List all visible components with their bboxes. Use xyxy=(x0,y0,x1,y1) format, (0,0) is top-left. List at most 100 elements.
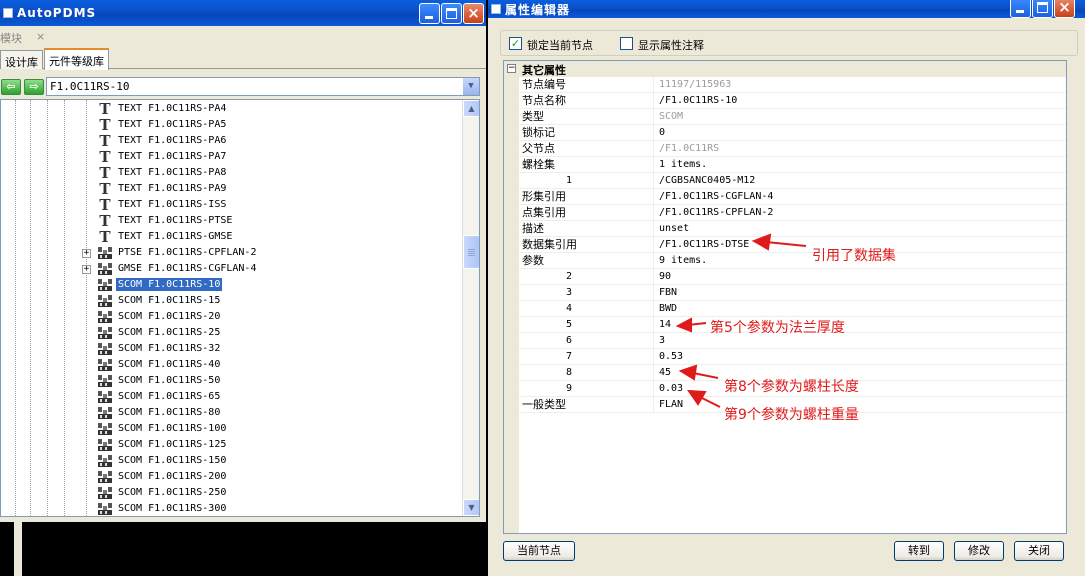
grip-line xyxy=(468,249,475,250)
tree-item[interactable]: T TEXT F1.0C11RS-PA9 xyxy=(1,181,461,197)
tree-item-label: SCOM F1.0C11RS-15 xyxy=(118,295,221,306)
tree-item[interactable]: + PTSE F1.0C11RS-CPFLAN-2 xyxy=(1,245,461,261)
tree-item[interactable]: SCOM F1.0C11RS-150 xyxy=(1,453,461,469)
tree-item[interactable]: SCOM F1.0C11RS-32 xyxy=(1,341,461,357)
tree-vertical-scrollbar[interactable]: ▲ ▼ xyxy=(462,100,479,516)
modify-button[interactable]: 修改 xyxy=(954,541,1004,561)
module-close-icon[interactable]: × xyxy=(36,30,45,43)
grip-line xyxy=(468,253,475,254)
component-icon xyxy=(97,374,113,388)
tree-item[interactable]: SCOM F1.0C11RS-100 xyxy=(1,421,461,437)
component-icon xyxy=(97,390,113,404)
tree-item-label: TEXT F1.0C11RS-PTSE xyxy=(118,215,233,226)
tree-item[interactable]: SCOM F1.0C11RS-125 xyxy=(1,437,461,453)
tree-item[interactable]: T TEXT F1.0C11RS-PA4 xyxy=(1,101,461,117)
autopdms-window: AutoPDMS × 模块 × 设计库 元件等级库 ⇦ ⇨ F1.0C11RS-… xyxy=(0,0,486,522)
tree-item[interactable]: SCOM F1.0C11RS-25 xyxy=(1,325,461,341)
tree-item-label: SCOM F1.0C11RS-80 xyxy=(118,407,221,418)
scroll-up-button[interactable]: ▲ xyxy=(463,100,479,117)
text-t-icon: T xyxy=(99,196,111,214)
minimize-button[interactable] xyxy=(419,3,440,24)
tree-item[interactable]: SCOM F1.0C11RS-250 xyxy=(1,485,461,501)
tree-item-label: SCOM F1.0C11RS-32 xyxy=(118,343,221,354)
tree-item[interactable]: SCOM F1.0C11RS-300 xyxy=(1,501,461,516)
library-tabs: 设计库 元件等级库 xyxy=(0,48,486,70)
path-dropdown-button[interactable]: ▼ xyxy=(462,78,479,95)
tree-item[interactable]: T TEXT F1.0C11RS-PA5 xyxy=(1,117,461,133)
chevron-up-icon: ▲ xyxy=(468,104,475,113)
tree-item-label: TEXT F1.0C11RS-ISS xyxy=(118,199,227,210)
goto-button[interactable]: 转到 xyxy=(894,541,944,561)
tree-item-label: SCOM F1.0C11RS-20 xyxy=(118,311,221,322)
tree-item-label: SCOM F1.0C11RS-200 xyxy=(118,471,227,482)
window-icon xyxy=(3,8,13,18)
tree-item[interactable]: T TEXT F1.0C11RS-ISS xyxy=(1,197,461,213)
expand-icon[interactable]: + xyxy=(82,265,91,274)
tab-component-grade-library[interactable]: 元件等级库 xyxy=(44,48,109,70)
arrow-param-9 xyxy=(699,396,721,408)
tree-item[interactable]: T TEXT F1.0C11RS-PTSE xyxy=(1,213,461,229)
arrow-param-8 xyxy=(692,372,719,379)
component-icon xyxy=(97,470,113,484)
arrowhead-dataset-ref xyxy=(751,233,772,251)
tree-item[interactable]: + GMSE F1.0C11RS-CGFLAN-4 xyxy=(1,261,461,277)
tree-item-label: TEXT F1.0C11RS-PA8 xyxy=(118,167,227,178)
chevron-down-icon: ▼ xyxy=(468,81,474,91)
chevron-down-icon: ▼ xyxy=(468,503,475,512)
close-button[interactable]: × xyxy=(463,3,484,24)
tree-item[interactable]: T TEXT F1.0C11RS-PA6 xyxy=(1,133,461,149)
tree-item[interactable]: SCOM F1.0C11RS-15 xyxy=(1,293,461,309)
scroll-thumb[interactable] xyxy=(463,235,479,269)
path-combobox[interactable]: F1.0C11RS-10 ▼ xyxy=(46,77,480,96)
tree-item-label: SCOM F1.0C11RS-25 xyxy=(118,327,221,338)
text-t-icon: T xyxy=(99,100,111,118)
text-t-icon: T xyxy=(99,148,111,166)
component-icon xyxy=(97,422,113,436)
tab-design-library[interactable]: 设计库 xyxy=(0,50,43,69)
back-button[interactable]: ⇦ xyxy=(1,79,21,95)
current-node-button[interactable]: 当前节点 xyxy=(503,541,575,561)
component-icon xyxy=(97,486,113,500)
tree-item-label: TEXT F1.0C11RS-PA4 xyxy=(118,103,227,114)
arrow-left-icon: ⇦ xyxy=(6,80,16,93)
module-label[interactable]: 模块 xyxy=(0,30,22,46)
maximize-icon xyxy=(446,8,457,19)
forward-button[interactable]: ⇨ xyxy=(24,79,44,95)
path-value: F1.0C11RS-10 xyxy=(50,80,130,93)
tree-item-label: PTSE F1.0C11RS-CPFLAN-2 xyxy=(118,247,257,258)
component-icon xyxy=(97,278,113,292)
arrowhead-param-8 xyxy=(678,364,698,381)
left-window-title: AutoPDMS xyxy=(17,6,97,20)
tree-item[interactable]: SCOM F1.0C11RS-20 xyxy=(1,309,461,325)
tree-item-label: SCOM F1.0C11RS-50 xyxy=(118,375,221,386)
expand-icon[interactable]: + xyxy=(82,249,91,258)
tree-item[interactable]: T TEXT F1.0C11RS-PA7 xyxy=(1,149,461,165)
component-icon xyxy=(97,454,113,468)
component-tree[interactable]: T TEXT F1.0C11RS-PA4 T TEXT F1.0C11RS-PA5 T T… xyxy=(0,99,480,517)
tree-item-label: SCOM F1.0C11RS-10 xyxy=(116,278,223,291)
component-icon xyxy=(97,502,113,516)
tree-item-label: TEXT F1.0C11RS-PA9 xyxy=(118,183,227,194)
close-dialog-button[interactable]: 关闭 xyxy=(1014,541,1064,561)
scroll-down-button[interactable]: ▼ xyxy=(463,499,479,516)
tree-item[interactable]: T TEXT F1.0C11RS-PA8 xyxy=(1,165,461,181)
tree-item[interactable]: SCOM F1.0C11RS-200 xyxy=(1,469,461,485)
component-icon xyxy=(97,310,113,324)
minimize-icon xyxy=(425,16,433,19)
tree-item[interactable]: T TEXT F1.0C11RS-GMSE xyxy=(1,229,461,245)
tree-item-label: TEXT F1.0C11RS-PA6 xyxy=(118,135,227,146)
grip-line xyxy=(468,251,475,252)
component-icon xyxy=(97,406,113,420)
tree-item[interactable]: SCOM F1.0C11RS-10 xyxy=(1,277,461,293)
tree-item[interactable]: SCOM F1.0C11RS-80 xyxy=(1,405,461,421)
left-title-bar[interactable]: AutoPDMS × xyxy=(0,0,486,26)
text-t-icon: T xyxy=(99,180,111,198)
text-t-icon: T xyxy=(99,212,111,230)
maximize-button[interactable] xyxy=(441,3,462,24)
tree-item-label: GMSE F1.0C11RS-CGFLAN-4 xyxy=(118,263,257,274)
annotation-arrows xyxy=(675,233,807,408)
close-icon: × xyxy=(467,4,480,22)
tree-item[interactable]: SCOM F1.0C11RS-65 xyxy=(1,389,461,405)
tree-item[interactable]: SCOM F1.0C11RS-40 xyxy=(1,357,461,373)
tree-item[interactable]: SCOM F1.0C11RS-50 xyxy=(1,373,461,389)
